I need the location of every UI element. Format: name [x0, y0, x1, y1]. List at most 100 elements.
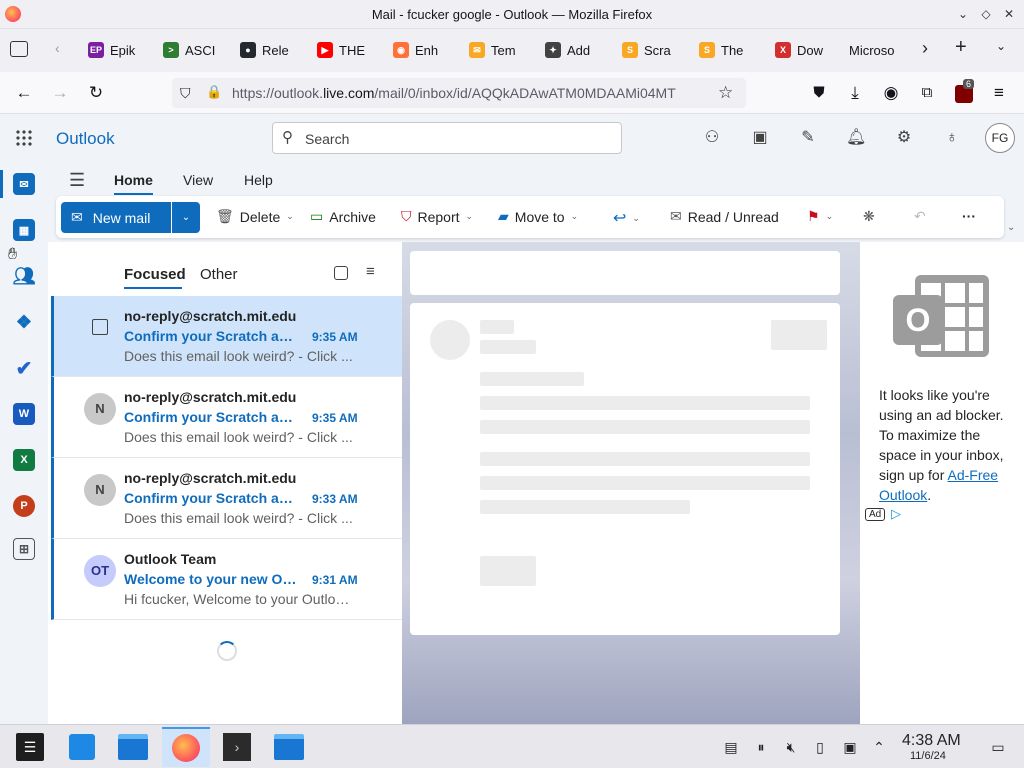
more-apps-icon[interactable]: ⊞ — [13, 538, 35, 560]
chevron-down-icon[interactable]: ⌄ — [571, 211, 579, 222]
tab-view[interactable]: View — [183, 172, 213, 188]
clock-date[interactable]: 11/6/24 — [910, 750, 946, 762]
url-field[interactable]: ⛉ 🔒 https://outlook.live.com/mail/0/inbo… — [172, 78, 746, 108]
lightbulb-icon[interactable]: ♁ — [942, 128, 962, 148]
message-checkbox[interactable] — [92, 319, 108, 335]
network-icon[interactable]: ▣ — [841, 738, 859, 756]
app-launcher-icon[interactable] — [15, 129, 33, 147]
tab-3[interactable]: ▶ THE — [317, 35, 379, 65]
tab-6[interactable]: ✦ Add — [545, 35, 607, 65]
tab-8[interactable]: S The — [699, 35, 761, 65]
search-box[interactable]: ⚲ Search — [272, 122, 622, 154]
downloads-icon[interactable]: ⤓ — [844, 82, 866, 104]
list-item[interactable]: N no-reply@scratch.mit.edu Confirm your … — [51, 458, 402, 539]
outlook-notes-icon[interactable]: ▣ — [750, 128, 770, 148]
list-all-tabs-button[interactable]: ⌄ — [996, 39, 1006, 53]
todo-icon[interactable]: ✔ — [13, 357, 35, 380]
tab-0[interactable]: EP Epik — [88, 35, 148, 65]
pocket-icon[interactable]: ⛊ — [808, 82, 830, 104]
tab-4[interactable]: ◉ Enh — [393, 35, 455, 65]
scroll-tabs-right-button[interactable]: › — [922, 38, 928, 59]
show-desktop-icon[interactable]: ▭ — [989, 738, 1007, 756]
chevron-down-icon[interactable]: ⌄ — [632, 213, 640, 224]
tab-1[interactable]: > ASCI — [163, 35, 225, 65]
report-button[interactable]: ⛉ Report ⌄ — [401, 208, 473, 225]
ublock-icon[interactable]: 6 — [955, 79, 975, 103]
tray-expand-icon[interactable]: ⌃ — [870, 738, 888, 756]
powerpoint-icon[interactable]: P — [13, 495, 35, 517]
file-manager-button[interactable] — [113, 729, 153, 765]
clipboard-icon[interactable]: ▤ — [722, 738, 740, 756]
teams-icon[interactable]: ⚇ — [702, 128, 722, 148]
calendar-icon[interactable]: ▦ — [13, 219, 35, 241]
gear-icon[interactable]: ⚙ — [894, 128, 914, 148]
apps-button[interactable]: ❋ — [863, 208, 875, 225]
hamburger-icon[interactable]: ☰ — [69, 170, 85, 191]
delete-button[interactable]: 🗑︎ Delete ⌄ — [216, 208, 294, 225]
avatar[interactable]: FG — [985, 123, 1015, 153]
volume-muted-icon[interactable]: 🔇︎ — [782, 738, 800, 756]
groups-icon[interactable]: ❖ — [13, 311, 35, 333]
tab-5[interactable]: ✉ Tem — [469, 35, 531, 65]
new-mail-dropdown-button[interactable]: ⌄ — [172, 202, 200, 233]
chevron-down-icon[interactable]: ⌄ — [826, 211, 834, 222]
tab-focused[interactable]: Focused — [124, 266, 186, 283]
list-item[interactable]: no-reply@scratch.mit.edu Confirm your Sc… — [51, 296, 402, 377]
tab-other[interactable]: Other — [200, 266, 238, 283]
mail-icon[interactable]: ✉ — [13, 173, 35, 195]
more-options-button[interactable]: ··· — [962, 208, 976, 224]
menu-icon[interactable]: ≡ — [988, 82, 1010, 104]
chevron-down-icon[interactable]: ⌄ — [286, 211, 294, 222]
scroll-tabs-left-button[interactable]: ‹ — [55, 40, 60, 56]
undo-button[interactable]: ↶ — [914, 208, 926, 225]
flag-button[interactable]: ⚑ ⌄ — [807, 208, 833, 225]
list-item[interactable]: N no-reply@scratch.mit.edu Confirm your … — [51, 377, 402, 458]
tab-10[interactable]: Microso — [849, 35, 909, 65]
excel-icon[interactable]: X — [13, 449, 35, 471]
tab-help[interactable]: Help — [244, 172, 273, 188]
filter-icon[interactable]: ≡ — [366, 263, 375, 280]
tab-9[interactable]: X Dow — [775, 35, 837, 65]
firefox-taskbar-button[interactable] — [162, 727, 210, 767]
read-unread-button[interactable]: ✉ Read / Unread — [670, 208, 779, 225]
tab-7[interactable]: S Scra — [622, 35, 684, 65]
word-icon[interactable]: W — [13, 403, 35, 425]
adchoices-icon[interactable]: ▷ — [891, 506, 901, 522]
new-tab-button[interactable]: + — [955, 36, 967, 59]
app-menu-button[interactable]: ☰ — [10, 729, 50, 765]
lock-icon[interactable]: 🔒 — [206, 84, 222, 100]
ribbon-collapse-chevron-icon[interactable]: ⌄ — [1007, 222, 1015, 233]
move-to-button[interactable]: ▰ Move to ⌄ — [498, 208, 578, 225]
archive-button[interactable]: ▭ Archive — [310, 208, 376, 225]
task-switcher-button[interactable] — [62, 729, 102, 765]
reload-button[interactable]: ↻ — [85, 82, 107, 104]
url-text[interactable]: https://outlook.live.com/mail/0/inbox/id… — [232, 85, 702, 101]
app-name[interactable]: Outlook — [56, 129, 115, 149]
tab-overview-icon[interactable] — [10, 41, 28, 57]
new-mail-button[interactable]: ✉ New mail — [61, 202, 171, 233]
close-button[interactable]: ✕ — [1000, 5, 1018, 23]
search-input[interactable]: Search — [305, 131, 349, 147]
media-pause-icon[interactable]: ⏸ — [752, 738, 770, 756]
account-icon[interactable]: ◉ — [880, 82, 902, 104]
maximize-button[interactable]: ◇ — [977, 5, 995, 23]
minimize-button[interactable]: ⌄ — [954, 5, 972, 23]
back-button[interactable]: ← — [13, 82, 35, 104]
terminal-button[interactable]: › — [217, 729, 257, 765]
bookmark-star-icon[interactable]: ☆ — [718, 83, 733, 103]
extensions-icon[interactable]: ⧉ — [916, 82, 938, 104]
chevron-down-icon[interactable]: ⌄ — [466, 211, 474, 222]
select-mode-icon[interactable] — [334, 266, 348, 280]
list-item[interactable]: OT Outlook Team Welcome to your new Ou..… — [51, 539, 402, 620]
file-manager-button-2[interactable] — [269, 729, 309, 765]
bell-icon[interactable]: 🔔︎ — [846, 128, 866, 148]
tab-2[interactable]: ● Rele — [240, 35, 302, 65]
people-icon[interactable]: 👥︎ — [13, 265, 36, 287]
tab-home[interactable]: Home — [114, 172, 153, 188]
reply-button[interactable]: ↩︎ ⌄ — [613, 208, 640, 228]
battery-icon[interactable]: ▯ — [811, 738, 829, 756]
clock-time[interactable]: 4:38 AM — [902, 732, 961, 750]
calendar-edit-icon[interactable]: ✎ — [798, 128, 818, 148]
forward-button[interactable]: → — [49, 82, 71, 104]
shield-icon[interactable]: ⛉ — [180, 85, 191, 102]
